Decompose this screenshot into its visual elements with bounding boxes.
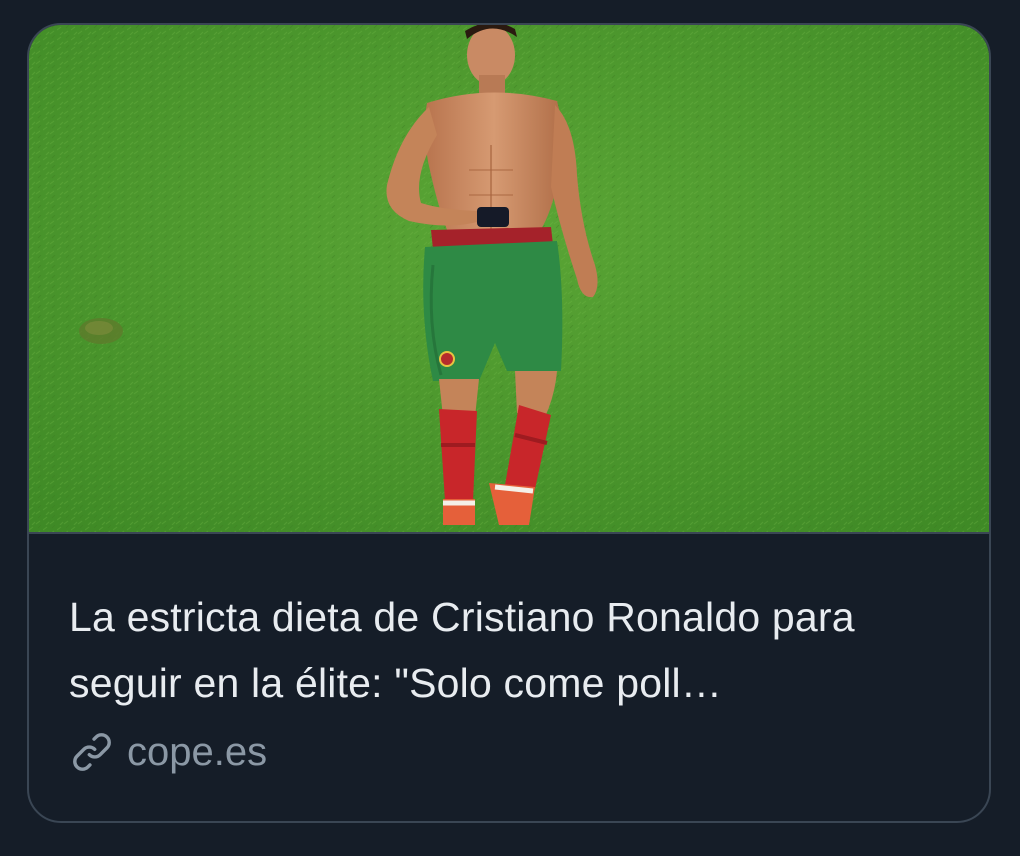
article-image[interactable]: [29, 25, 989, 534]
player-photo: [29, 25, 989, 532]
source-link[interactable]: cope.es: [69, 730, 267, 774]
link-icon: [69, 729, 115, 775]
source-domain[interactable]: cope.es: [127, 730, 267, 775]
card-info[interactable]: La estricta dieta de Cristiano Ronaldo p…: [29, 534, 989, 821]
article-headline[interactable]: La estricta dieta de Cristiano Ronaldo p…: [69, 584, 949, 716]
link-preview-card[interactable]: La estricta dieta de Cristiano Ronaldo p…: [27, 23, 991, 823]
